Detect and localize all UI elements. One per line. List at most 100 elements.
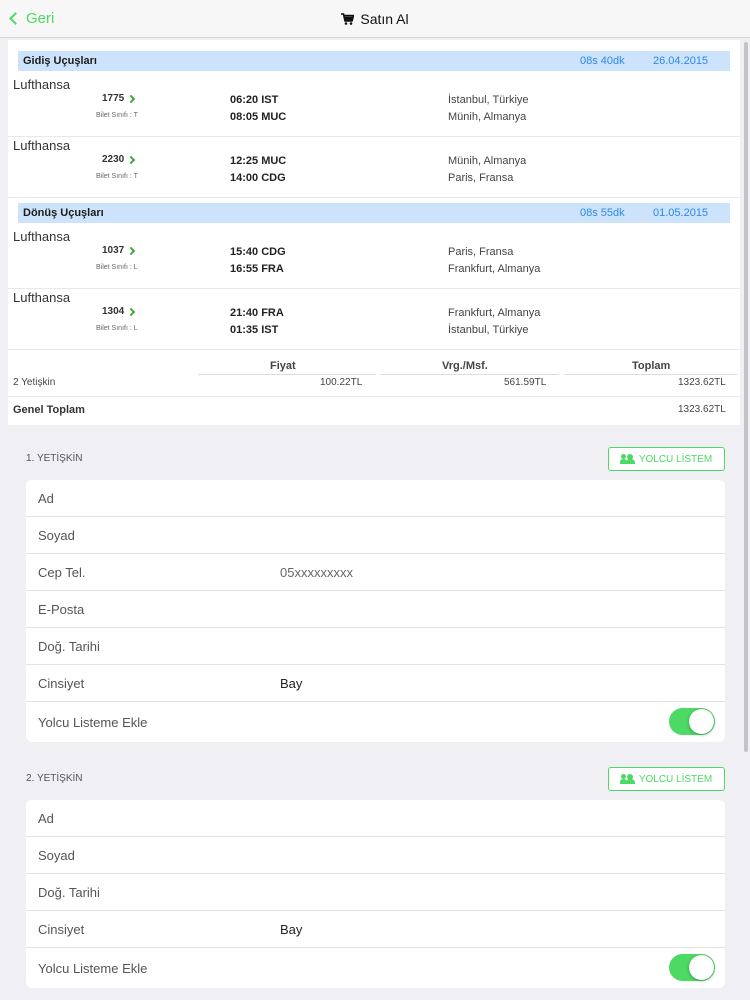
flight-number: 2230 — [102, 154, 136, 165]
first-name-field[interactable]: Ad — [26, 480, 725, 517]
gender-field[interactable]: Cinsiyet Bay — [26, 665, 725, 702]
total-header: Toplam — [632, 360, 671, 372]
last-name-field[interactable]: Soyad — [26, 517, 725, 554]
toggle-label: Yolcu Listeme Ekle — [38, 961, 148, 976]
airline-name: Lufthansa — [13, 290, 71, 305]
add-to-list-toggle[interactable] — [669, 954, 715, 981]
toggle-label: Yolcu Listeme Ekle — [38, 715, 148, 730]
ticket-class: Bilet Sınıfı : T — [96, 173, 138, 180]
price-value: 100.22TL — [320, 377, 363, 388]
flight-summary: Gidiş Uçuşları 08s 40dk 26.04.2015 Lufth… — [8, 40, 740, 425]
return-header: Dönüş Uçuşları 08s 55dk 01.05.2015 — [18, 203, 730, 223]
phone-placeholder: 05xxxxxxxxx — [280, 565, 353, 580]
outbound-date: 26.04.2015 — [653, 55, 709, 67]
people-icon — [619, 774, 635, 784]
page-title-text: Satın Al — [360, 11, 409, 27]
passenger-1-label: 1. YETİŞKİN — [26, 453, 83, 464]
page-title: Satın Al — [0, 11, 750, 27]
passenger-list-button[interactable]: YOLCU LİSTEM — [608, 767, 725, 791]
arrival-time: 16:55 FRA — [230, 263, 284, 275]
field-label: Doğ. Tarihi — [38, 885, 100, 900]
passenger-list-button-label: YOLCU LİSTEM — [638, 773, 713, 785]
divider — [8, 396, 740, 397]
field-label: Ad — [38, 811, 54, 826]
departure-city: İstanbul, Türkiye — [448, 94, 529, 106]
flight-number: 1304 — [102, 306, 136, 317]
flight-row[interactable]: Lufthansa 1037 Bilet Sınıfı : L 15:40 CD… — [8, 229, 740, 289]
divider — [198, 374, 376, 375]
add-to-list-toggle[interactable] — [669, 708, 715, 735]
birth-date-field[interactable]: Doğ. Tarihi — [26, 628, 725, 665]
field-label: Cinsiyet — [38, 922, 85, 937]
passenger-1-form: Ad Soyad Cep Tel. 05xxxxxxxxx E-Posta Do… — [26, 480, 725, 742]
toggle-knob — [689, 955, 714, 980]
passenger-list-button-label: YOLCU LİSTEM — [638, 453, 713, 465]
gender-field[interactable]: Cinsiyet Bay — [26, 911, 725, 948]
arrival-time: 14:00 CDG — [230, 172, 286, 184]
outbound-header: Gidiş Uçuşları 08s 40dk 26.04.2015 — [18, 51, 730, 71]
departure-time: 21:40 FRA — [230, 307, 284, 319]
first-name-field[interactable]: Ad — [26, 800, 725, 837]
return-title: Dönüş Uçuşları — [23, 207, 104, 219]
flight-row[interactable]: Lufthansa 2230 Bilet Sınıfı : T 12:25 MU… — [8, 138, 740, 198]
chevron-right-icon — [127, 155, 136, 164]
passenger-2-label: 2. YETİŞKİN — [26, 773, 83, 784]
chevron-right-icon — [127, 246, 136, 255]
arrival-time: 01:35 IST — [230, 324, 279, 336]
cart-icon — [341, 13, 355, 25]
flight-number: 1775 — [102, 93, 136, 104]
add-to-list-row: Yolcu Listeme Ekle — [26, 948, 725, 988]
passenger-2-form: Ad Soyad Doğ. Tarihi Cinsiyet Bay Yolcu … — [26, 800, 725, 988]
field-label: Cinsiyet — [38, 676, 85, 691]
gender-value: Bay — [280, 922, 303, 937]
add-to-list-row: Yolcu Listeme Ekle — [26, 702, 725, 742]
field-label: Soyad — [38, 848, 75, 863]
departure-time: 06:20 IST — [230, 94, 279, 106]
return-date: 01.05.2015 — [653, 207, 709, 219]
chevron-right-icon — [127, 307, 136, 316]
scroll-indicator[interactable] — [744, 42, 748, 752]
airline-name: Lufthansa — [13, 138, 71, 153]
phone-field[interactable]: Cep Tel. 05xxxxxxxxx — [26, 554, 725, 591]
ticket-class: Bilet Sınıfı : L — [96, 325, 138, 332]
gender-value: Bay — [280, 676, 303, 691]
price-header: Fiyat — [270, 360, 296, 372]
arrival-city: Paris, Fransa — [448, 172, 514, 184]
departure-time: 12:25 MUC — [230, 155, 287, 167]
tax-header: Vrg./Msf. — [442, 360, 488, 372]
flight-row[interactable]: Lufthansa 1775 Bilet Sınıfı : T 06:20 IS… — [8, 77, 740, 137]
return-duration: 08s 55dk — [580, 207, 625, 219]
toggle-knob — [689, 709, 714, 734]
chevron-right-icon — [127, 94, 136, 103]
arrival-time: 08:05 MUC — [230, 111, 287, 123]
nav-bar: Geri Satın Al — [0, 0, 750, 38]
flight-number: 1037 — [102, 245, 136, 256]
arrival-city: Münih, Almanya — [448, 111, 527, 123]
people-icon — [619, 454, 635, 464]
airline-name: Lufthansa — [13, 229, 71, 244]
ticket-class: Bilet Sınıfı : L — [96, 264, 138, 271]
last-name-field[interactable]: Soyad — [26, 837, 725, 874]
field-label: Cep Tel. — [38, 565, 86, 580]
divider — [381, 374, 559, 375]
tax-value: 561.59TL — [504, 377, 547, 388]
email-field[interactable]: E-Posta — [26, 591, 725, 628]
field-label: E-Posta — [38, 602, 85, 617]
total-value: 1323.62TL — [678, 377, 726, 388]
passenger-list-button[interactable]: YOLCU LİSTEM — [608, 447, 725, 471]
departure-city: Paris, Fransa — [448, 246, 514, 258]
flight-row[interactable]: Lufthansa 1304 Bilet Sınıfı : L 21:40 FR… — [8, 290, 740, 350]
departure-city: Frankfurt, Almanya — [448, 307, 541, 319]
outbound-duration: 08s 40dk — [580, 55, 625, 67]
field-label: Doğ. Tarihi — [38, 639, 100, 654]
arrival-city: Frankfurt, Almanya — [448, 263, 541, 275]
airline-name: Lufthansa — [13, 77, 71, 92]
field-label: Ad — [38, 491, 54, 506]
divider — [565, 374, 737, 375]
arrival-city: İstanbul, Türkiye — [448, 324, 529, 336]
grand-total-value: 1323.62TL — [678, 404, 726, 415]
ticket-class: Bilet Sınıfı : T — [96, 112, 138, 119]
birth-date-field[interactable]: Doğ. Tarihi — [26, 874, 725, 911]
outbound-title: Gidiş Uçuşları — [23, 55, 97, 67]
grand-total-label: Genel Toplam — [13, 404, 85, 416]
